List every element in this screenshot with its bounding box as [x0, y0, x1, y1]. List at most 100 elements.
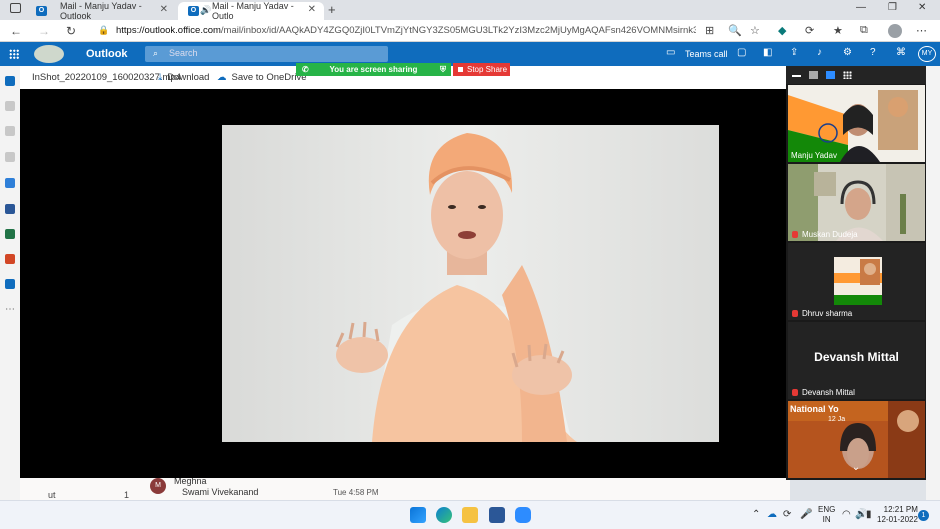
participant-name: Muskan Dudeja — [802, 230, 858, 239]
download-label: Download — [167, 72, 210, 83]
send-icon[interactable]: ⇪ — [790, 47, 798, 58]
address-bar: ← → ↻ 🔒 https://outlook.office.com/mail/… — [0, 20, 940, 42]
new-tab-icon[interactable]: + — [328, 2, 336, 17]
onedrive-icon[interactable] — [5, 279, 15, 289]
people-icon[interactable] — [5, 126, 15, 136]
app-launcher-icon[interactable] — [9, 49, 19, 59]
edge-icon[interactable] — [436, 507, 452, 523]
speaker-icon[interactable]: 🔊 — [200, 5, 211, 16]
gear-icon[interactable]: ⚙ — [843, 47, 852, 58]
minimize-gallery-icon[interactable] — [792, 71, 801, 77]
notification-badge[interactable]: 1 — [918, 510, 929, 521]
participant-tile-dhruv[interactable]: Dhruv sharma — [788, 243, 925, 320]
battery-icon[interactable]: ▮ — [866, 509, 872, 520]
stop-share-label: Stop Share — [467, 65, 508, 74]
teams-icon[interactable]: ◧ — [763, 47, 772, 58]
refresh-icon[interactable]: ↻ — [66, 24, 76, 38]
teams-call-button[interactable]: Teams call — [685, 49, 728, 59]
forward-icon[interactable]: → — [38, 24, 50, 38]
powerpoint-icon[interactable] — [5, 254, 15, 264]
taskbar: ⌃ ☁ ⟳ 🎤 ENG IN ◠ 🔊 ▮ 12:21 PM 12-01-2022… — [0, 500, 940, 529]
close-tab-icon[interactable]: ✕ — [160, 4, 168, 15]
save-onedrive-button[interactable]: ☁ Save to OneDrive — [217, 72, 306, 83]
file-explorer-icon[interactable] — [462, 507, 478, 523]
excel-icon[interactable] — [5, 229, 15, 239]
screen-share-banner[interactable]: ✆ You are screen sharing ⛨ — [296, 63, 451, 76]
stop-share-button[interactable]: Stop Share — [453, 63, 510, 76]
video-viewer[interactable] — [20, 89, 787, 478]
mic-muted-icon — [792, 310, 798, 317]
onedrive-tray-icon[interactable]: ☁ — [767, 509, 777, 520]
participant-tile-manju[interactable]: Manju Yadav — [788, 85, 925, 162]
outlook-favicon-icon: O — [36, 6, 47, 16]
mail-icon[interactable] — [5, 76, 15, 86]
org-logo — [34, 45, 64, 63]
back-icon[interactable]: ← — [10, 24, 22, 38]
help-icon[interactable]: ? — [870, 47, 876, 58]
todo-icon[interactable] — [5, 178, 15, 188]
banner-subtext: 12 Ja — [828, 416, 846, 423]
tab-actions-icon[interactable] — [10, 3, 21, 13]
collections-icon[interactable]: ⧉ — [860, 24, 868, 37]
lang-line2: IN — [822, 515, 831, 524]
browser-tab-1[interactable]: O Mail - Manju Yadav - Outlook ✕ — [26, 1, 176, 21]
participant-tile-devansh[interactable]: Devansh Mittal Devansh Mittal — [788, 322, 925, 399]
refresh-extension-icon[interactable]: ⟳ — [805, 24, 814, 37]
folder-label[interactable]: ut — [48, 490, 56, 500]
zoom-icon[interactable]: 🔍 — [728, 24, 742, 37]
calendar-icon[interactable] — [5, 101, 15, 111]
more-apps-icon[interactable]: ⋯ — [5, 305, 15, 316]
browser-tab-2[interactable]: O 🔊 Mail - Manju Yadav - Outlo ✕ — [178, 1, 324, 21]
browser-tab-strip: O Mail - Manju Yadav - Outlook ✕ O 🔊 Mai… — [0, 0, 940, 21]
system-clock[interactable]: 12:21 PM 12-01-2022 — [877, 505, 918, 525]
gallery-view-icon[interactable] — [843, 71, 852, 79]
windows-start-icon[interactable] — [410, 507, 426, 523]
speaker-video-image — [222, 125, 719, 442]
strip-view-icon[interactable] — [826, 71, 835, 79]
wifi-icon[interactable]: ◠ — [842, 509, 851, 520]
mail-subject[interactable]: Swami Vivekanand — [182, 487, 258, 497]
bell-icon[interactable]: ♪ — [817, 47, 822, 58]
word-taskbar-icon[interactable] — [489, 507, 505, 523]
url-field[interactable]: https://outlook.office.com/mail/inbox/id… — [116, 25, 696, 36]
word-icon[interactable] — [5, 204, 15, 214]
speaker-view-icon[interactable] — [809, 71, 818, 79]
video-icon[interactable]: ▭ — [666, 47, 675, 58]
apps-icon[interactable]: ⊞ — [705, 24, 714, 37]
cloud-icon: ☁ — [217, 72, 227, 83]
chevron-up-icon[interactable]: ⌃ — [752, 509, 760, 520]
user-avatar[interactable]: MY — [918, 46, 936, 62]
window-close-icon[interactable]: ✕ — [918, 2, 926, 13]
lock-icon[interactable]: 🔒 — [98, 25, 109, 36]
outlook-favicon-icon: O — [188, 6, 199, 16]
app-name[interactable]: Outlook — [86, 48, 128, 60]
participant-name: Manju Yadav — [791, 151, 837, 160]
clock-time: 12:21 PM — [883, 505, 918, 514]
chevron-down-icon[interactable]: ⌄ — [786, 462, 926, 476]
participant-display-name: Devansh Mittal — [814, 350, 899, 364]
banner-text: National Yo — [790, 404, 839, 414]
extension-icon[interactable]: ◆ — [778, 24, 786, 37]
close-tab-icon[interactable]: ✕ — [308, 4, 316, 15]
sync-tray-icon[interactable]: ⟳ — [783, 509, 791, 520]
feedback-icon[interactable]: ⌘ — [896, 47, 906, 58]
profile-avatar[interactable] — [888, 24, 902, 38]
favorite-add-icon[interactable]: ☆ — [750, 24, 760, 37]
maximize-icon[interactable]: ❐ — [888, 2, 897, 13]
mic-tray-icon[interactable]: 🎤 — [800, 509, 812, 520]
shield-icon: ⛨ — [440, 65, 446, 74]
participant-tile-muskan[interactable]: Muskan Dudeja — [788, 164, 925, 241]
right-edge-strip — [926, 66, 940, 500]
minimize-icon[interactable]: — — [856, 2, 866, 13]
chat-icon[interactable]: ▢ — [737, 47, 746, 58]
more-icon[interactable]: ⋯ — [916, 24, 927, 37]
search-box[interactable]: ⌕ Search — [145, 46, 388, 62]
download-button[interactable]: ⤓ Download — [158, 72, 209, 83]
tab-title: Mail - Manju Yadav - Outlo — [212, 1, 294, 21]
language-indicator[interactable]: ENG IN — [818, 505, 835, 525]
zoom-taskbar-icon[interactable] — [515, 507, 531, 523]
sender-avatar: M — [150, 478, 166, 494]
attach-icon[interactable] — [5, 152, 15, 162]
favorites-icon[interactable]: ★ — [833, 24, 843, 37]
video-frame[interactable] — [222, 125, 719, 442]
